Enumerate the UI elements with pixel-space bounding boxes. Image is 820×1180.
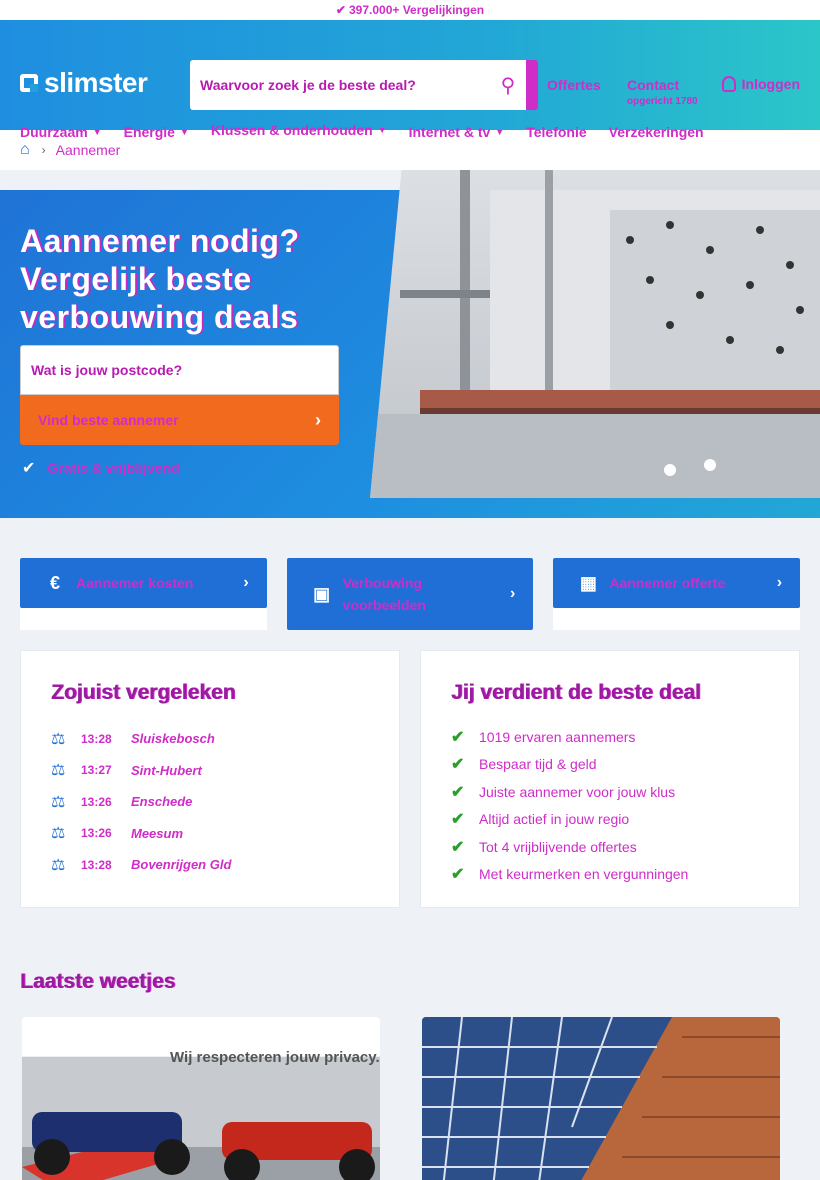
list-item: ✔ Bespaar tijd & geld	[451, 756, 597, 774]
postcode-field	[20, 345, 339, 395]
benefits-card: Jij verdient de beste deal ✔ 1019 ervaren…	[420, 650, 800, 908]
check-icon: ✔	[22, 460, 36, 477]
quote-button[interactable]: ▦ Aannemer offerte ›	[553, 558, 801, 608]
chevron-right-icon: ›	[315, 409, 321, 430]
euro-icon: €	[49, 572, 60, 593]
search-icon[interactable]: ⚲	[490, 73, 526, 98]
quick-actions: € Aannemer kosten › ▣ Verbouwing voorbee…	[20, 558, 801, 630]
privacy-banner: Wij respecteren jouw privacy.	[170, 1049, 380, 1066]
logo-mark-icon	[20, 74, 38, 92]
breadcrumb-current: Aannemer	[55, 142, 121, 158]
check-icon: ✔	[451, 756, 465, 774]
header: slimster ⚲ Offertes Contact opgericht 17…	[0, 20, 820, 142]
list-item: ⚖ 13:26 Enschede	[51, 793, 193, 811]
postcode-input[interactable]	[31, 362, 338, 378]
blog-card-racing[interactable]	[22, 1017, 380, 1180]
free-note: ✔ Gratis & vrijblijvend	[22, 460, 180, 477]
nav-item-duurzaam[interactable]: Duurzaam ▼	[20, 122, 102, 142]
info-cards: Zojuist vergeleken ⚖ 13:28 Sluiskebosch ⚖ 1…	[20, 650, 800, 908]
chevron-down-icon: ▼	[179, 127, 189, 137]
chevron-right-icon: ›	[510, 585, 516, 602]
nav-item-verzekeringen[interactable]: Verzekeringen	[609, 122, 704, 142]
scaffold-photo	[370, 170, 820, 498]
racing-cars-image	[22, 1057, 380, 1180]
list-item: ✔ Juiste aannemer voor jouw klus	[451, 783, 676, 801]
offertes-link[interactable]: Offertes	[547, 77, 601, 93]
top-bar: ✔ 397.000+ Vergelijkingen	[0, 0, 820, 20]
hero-image	[370, 170, 820, 498]
search-input[interactable]	[190, 60, 490, 110]
contact-link[interactable]: Contact	[627, 77, 679, 93]
chevron-down-icon: ▼	[495, 127, 505, 137]
recent-comparisons-card: Zojuist vergeleken ⚖ 13:28 Sluiskebosch ⚖ 1…	[20, 650, 400, 908]
home-icon[interactable]: ⌂	[20, 141, 30, 159]
hero: Aannemer nodig? Vergelijk beste verbouwi…	[0, 170, 820, 518]
scale-icon: ⚖	[51, 856, 66, 874]
check-icon: ✔	[451, 811, 465, 829]
nav-item-energie[interactable]: Energie ▼	[124, 122, 189, 142]
list-item: ✔ Altijd actief in jouw regio	[451, 811, 630, 829]
nav-item-klussen[interactable]: Klussen & onderhouden ▼	[210, 122, 387, 142]
login-label: Inloggen	[741, 76, 800, 92]
list-item: ✔ Met keurmerken en vergunningen	[451, 866, 689, 884]
costs-button[interactable]: € Aannemer kosten ›	[20, 558, 267, 608]
nav-item-internet[interactable]: Internet & tv ▼	[409, 122, 505, 142]
chevron-down-icon: ▼	[377, 125, 387, 135]
scale-icon: ⚖	[51, 730, 66, 748]
chevron-right-icon: ›	[41, 143, 46, 157]
logo-text: slimster	[44, 67, 148, 98]
list-item: ✔ 1019 ervaren aannemers	[451, 728, 636, 746]
find-contractor-button[interactable]: Vind beste aannemer ›	[20, 395, 339, 445]
check-icon: ✔	[335, 3, 346, 17]
main-nav: Duurzaam ▼ Energie ▼ Klussen & onderhouden…	[20, 122, 704, 142]
list-item: ⚖ 13:28 Sluiskebosch	[51, 730, 215, 748]
nav-item-telefonie[interactable]: Telefonie	[526, 122, 586, 142]
list-item: ✔ Tot 4 vrijblijvende offertes	[451, 838, 637, 856]
comparisons-count: 397.000+ Vergelijkingen	[348, 3, 485, 17]
benefits-title: Jij verdient de beste deal	[451, 681, 701, 704]
user-icon	[721, 76, 736, 92]
scale-icon: ⚖	[51, 762, 66, 780]
search-bar: ⚲	[190, 60, 538, 110]
calculator-icon: ▦	[579, 572, 597, 593]
blog-card-solar[interactable]	[422, 1017, 780, 1180]
chevron-down-icon: ▼	[92, 127, 102, 137]
login-button[interactable]: Inloggen	[721, 76, 800, 92]
recent-title: Zojuist vergeleken	[51, 681, 236, 704]
list-item: ⚖ 13:28 Bovenrijgen Gld	[51, 856, 232, 874]
chevron-right-icon: ›	[776, 574, 783, 591]
check-icon: ✔	[451, 783, 465, 801]
scale-icon: ⚖	[51, 793, 66, 811]
solar-panels-image	[422, 1017, 780, 1180]
latest-news: Laatste weetjes	[0, 928, 820, 1180]
list-item: ⚖ 13:27 Sint-Hubert	[51, 762, 202, 780]
gallery-icon: ▣	[313, 583, 331, 604]
latest-title: Laatste weetjes	[20, 970, 176, 993]
logo[interactable]: slimster	[20, 67, 148, 99]
examples-button[interactable]: ▣ Verbouwing voorbeelden ›	[286, 558, 534, 630]
check-icon: ✔	[451, 838, 465, 856]
check-icon: ✔	[451, 866, 465, 884]
check-icon: ✔	[451, 728, 465, 746]
cta-label: Vind beste aannemer	[38, 412, 179, 428]
chevron-right-icon: ›	[243, 574, 249, 591]
contact-subtitle: opgericht 1780	[627, 96, 698, 107]
list-item: ⚖ 13:26 Meesum	[51, 825, 184, 843]
hero-title: Aannemer nodig? Vergelijk beste verbouwi…	[20, 223, 300, 335]
scale-icon: ⚖	[51, 825, 66, 843]
